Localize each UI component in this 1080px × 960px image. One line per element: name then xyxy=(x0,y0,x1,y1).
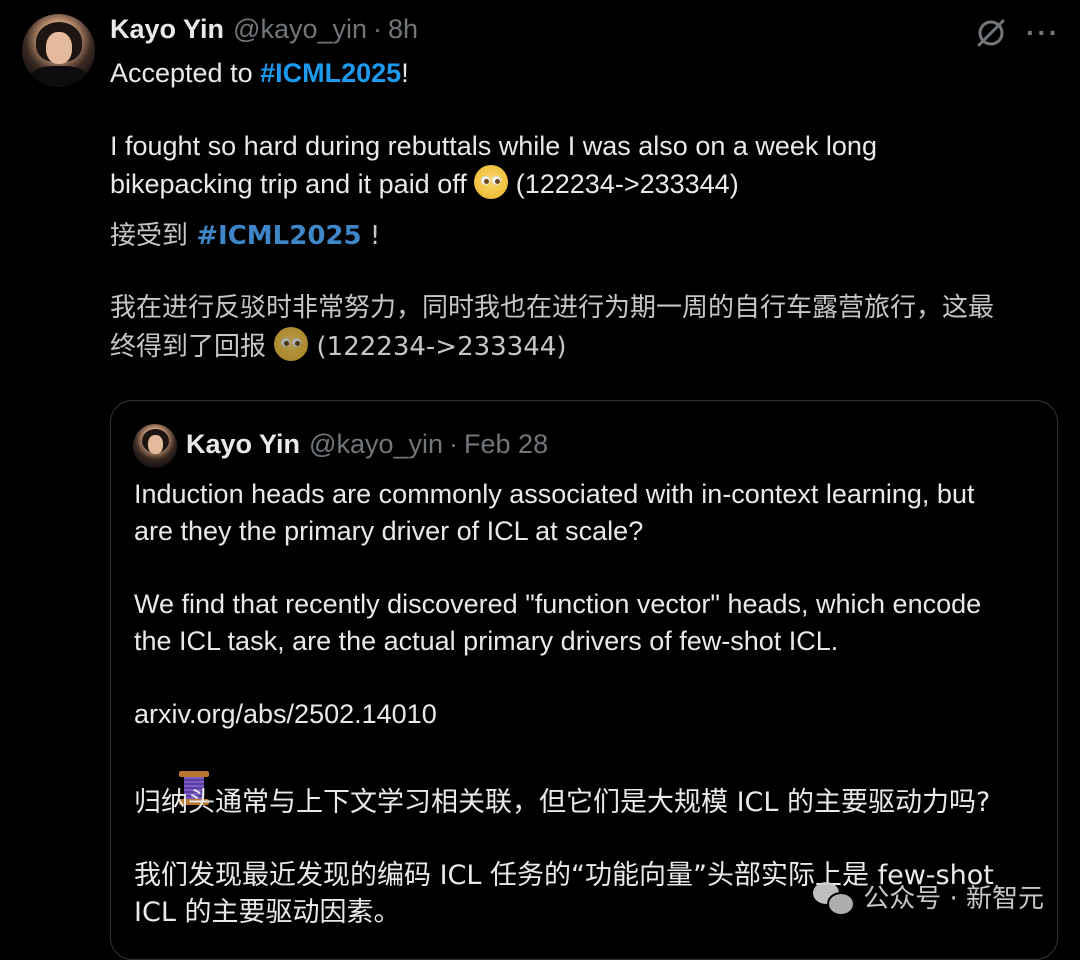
quoted-paragraph-1: Induction heads are commonly associated … xyxy=(134,479,975,546)
pleading-face-emoji xyxy=(474,165,509,199)
post-time[interactable]: 8h xyxy=(388,14,418,45)
watermark-text: 公众号 · 新智元 xyxy=(863,884,1044,914)
pleading-face-emoji xyxy=(274,327,309,361)
tweet-header: Kayo Yin @kayo_yin · 8h xyxy=(110,14,418,52)
tweet-actions: ··· xyxy=(974,16,1060,50)
zh-text-scores: (122234->233344) xyxy=(308,332,567,362)
quoted-link[interactable]: arxiv.org/abs/2502.14010 xyxy=(134,696,1044,733)
hashtag-link[interactable]: #ICML2025 xyxy=(260,58,401,88)
quoted-header: Kayo Yin @kayo_yin · Feb 28 xyxy=(186,429,548,460)
more-options-icon[interactable]: ··· xyxy=(1026,18,1060,48)
grok-icon[interactable] xyxy=(974,16,1008,50)
quoted-translation-1: 归纳头通常与上下文学习相关联，但它们是大规模 ICL 的主要驱动力吗? xyxy=(134,787,991,818)
author-name[interactable]: Kayo Yin xyxy=(110,14,224,45)
zh-hashtag-link[interactable]: #ICML2025 xyxy=(196,221,361,251)
quoted-avatar[interactable] xyxy=(133,424,177,468)
wechat-icon xyxy=(813,880,856,916)
tweet-text: Accepted to #ICML2025! xyxy=(110,55,1060,92)
text-exclaim: ! xyxy=(401,58,409,88)
quoted-author-name[interactable]: Kayo Yin xyxy=(186,429,300,460)
quoted-post-time[interactable]: Feb 28 xyxy=(464,429,548,460)
avatar[interactable] xyxy=(22,14,95,87)
tweet: Kayo Yin @kayo_yin · 8h ··· Accepted to … xyxy=(0,0,1080,960)
tweet-paragraph-2: I fought so hard during rebuttals while … xyxy=(110,128,1060,203)
quoted-tweet[interactable]: Kayo Yin @kayo_yin · Feb 28 Induction he… xyxy=(110,400,1058,960)
tweet-translation-2: 我在进行反驳时非常努力，同时我也在进行为期一周的自行车露营旅行，这最 终得到了回… xyxy=(110,290,1060,366)
text-scores: (122234->233344) xyxy=(508,169,739,199)
author-handle[interactable]: @kayo_yin xyxy=(233,14,367,45)
quoted-author-handle[interactable]: @kayo_yin xyxy=(309,429,443,460)
separator-dot: · xyxy=(449,429,459,459)
quoted-paragraph-2: We find that recently discovered "functi… xyxy=(134,589,982,656)
zh-text-accepted: 接受到 xyxy=(110,221,197,251)
zh-text-exclaim: ! xyxy=(361,221,381,251)
separator-dot: · xyxy=(373,14,383,44)
tweet-translation-1: 接受到 #ICML2025 ! xyxy=(110,218,1060,255)
text-accepted: Accepted to xyxy=(110,58,261,88)
watermark: 公众号 · 新智元 xyxy=(813,878,1044,916)
